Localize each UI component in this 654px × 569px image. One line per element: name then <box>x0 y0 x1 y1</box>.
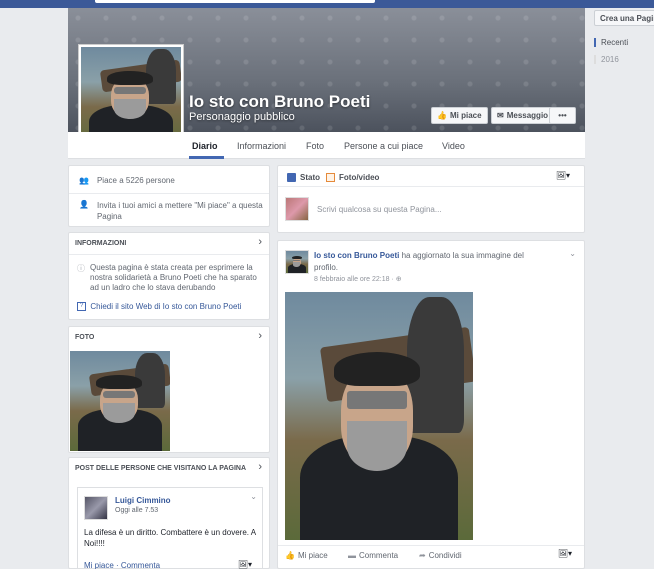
visitor-post-time[interactable]: Oggi alle 7.53 <box>115 507 158 514</box>
composer-input[interactable]: Scrivi qualcosa su questa Pagina... <box>317 205 442 214</box>
chevron-right-icon[interactable]: › <box>258 330 262 342</box>
chevron-down-icon[interactable]: ⌄ <box>569 249 576 258</box>
chevron-right-icon[interactable]: › <box>258 461 262 473</box>
tab-informazioni[interactable]: Informazioni <box>237 141 286 151</box>
tab-video[interactable]: Video <box>442 141 465 151</box>
composer: Stato Foto/video 🖼▾ Scrivi qualcosa su q… <box>277 165 585 233</box>
visitor-post-text: La difesa è un diritto. Combattere è un … <box>84 528 256 548</box>
active-tab-indicator <box>189 156 224 159</box>
post-author[interactable]: Io sto con Bruno Poeti <box>314 251 399 260</box>
status-tab-label: Stato <box>300 173 320 182</box>
thumbs-up-icon: 👍 <box>437 111 447 120</box>
photos-card: FOTO › <box>68 326 270 453</box>
pencil-icon <box>287 173 296 182</box>
visitor-post: Luigi Cimmino Oggi alle 7.53 ⌄ La difesa… <box>77 487 263 569</box>
question-icon: ? <box>77 302 87 311</box>
post-photo[interactable] <box>285 292 473 540</box>
search-input[interactable] <box>95 0 375 3</box>
more-options-button[interactable]: ••• <box>549 107 576 124</box>
avatar[interactable] <box>285 250 309 274</box>
more-options-label: ••• <box>558 111 567 120</box>
globe-icon: ⊕ <box>395 276 402 283</box>
likes-card: 👥 Piace a 5226 persone 👤 Invita i tuoi a… <box>68 165 270 227</box>
post-share-label: Condividi <box>428 551 462 560</box>
chevron-right-icon[interactable]: › <box>258 236 262 248</box>
tab-photo-video[interactable]: Foto/video <box>326 173 379 182</box>
message-label: Messaggio <box>506 111 549 120</box>
message-button[interactable]: ✉ Messaggio <box>491 107 555 124</box>
photos-heading[interactable]: FOTO <box>75 334 94 341</box>
thumbs-up-icon: 👍 <box>285 551 295 560</box>
share-icon: ➦ <box>419 551 426 560</box>
person-add-icon: 👤 <box>79 200 89 209</box>
people-icon: 👥 <box>79 176 89 185</box>
post-comment-label: Commenta <box>359 551 399 560</box>
photo-thumbnail-image <box>70 351 170 451</box>
website-request-link[interactable]: Chiedi il sito Web di Io sto con Bruno P… <box>90 302 241 311</box>
avatar[interactable] <box>84 496 108 520</box>
page-category: Personaggio pubblico <box>189 111 295 123</box>
visitor-post-author[interactable]: Luigi Cimmino <box>115 496 171 505</box>
visitor-posts-card: POST DELLE PERSONE CHE VISITANO LA PAGIN… <box>68 457 270 569</box>
photo-icon <box>326 173 335 182</box>
create-page-button[interactable]: Crea una Pagina <box>594 10 654 26</box>
tab-status[interactable]: Stato <box>287 173 320 182</box>
tab-persone-a-cui-piace[interactable]: Persone a cui piace <box>344 141 423 151</box>
page-description: Questa pagina è stata creata per esprime… <box>90 263 257 292</box>
profile-selector-icon[interactable]: 🖼▾ <box>238 560 252 569</box>
info-heading[interactable]: INFORMAZIONI <box>75 240 126 247</box>
post-share-button[interactable]: ➦ Condividi <box>419 551 462 560</box>
photo-video-tab-label: Foto/video <box>339 173 380 182</box>
like-page-label: Mi piace <box>449 111 482 120</box>
info-icon: ⓘ <box>77 264 85 273</box>
page-tabs: Diario Informazioni Foto Persone a cui p… <box>68 132 585 159</box>
message-icon: ✉ <box>497 111 504 120</box>
post-like-button[interactable]: 👍 Mi piace <box>285 551 328 560</box>
post-comment-button[interactable]: ▬ Commenta <box>348 551 398 560</box>
right-rail: Crea una Pagina Recenti 2016 <box>590 8 654 569</box>
timeline-recent[interactable]: Recenti <box>594 38 628 47</box>
post-timestamp[interactable]: 8 febbraio alle ore 22:18 · <box>314 276 394 283</box>
tab-foto[interactable]: Foto <box>306 141 324 151</box>
timeline-year[interactable]: 2016 <box>594 55 619 64</box>
profile-selector-icon[interactable]: 🖼▾ <box>558 549 572 558</box>
visitor-post-actions[interactable]: Mi piace · Commenta <box>84 561 160 569</box>
like-page-button[interactable]: 👍 Mi piace <box>431 107 488 124</box>
profile-selector-icon[interactable]: 🖼▾ <box>556 171 570 180</box>
invite-friends-link[interactable]: Invita i tuoi amici a mettere "Mi piace"… <box>97 200 265 222</box>
post-author-avatar <box>286 251 308 273</box>
comment-icon: ▬ <box>348 551 356 560</box>
likes-count[interactable]: Piace a 5226 persone <box>97 176 175 185</box>
tab-diario[interactable]: Diario <box>192 141 218 151</box>
page-title[interactable]: Io sto con Bruno Poeti <box>189 92 370 112</box>
avatar <box>285 197 309 221</box>
post-like-label: Mi piace <box>297 551 328 560</box>
visitor-posts-heading[interactable]: POST DELLE PERSONE CHE VISITANO LA PAGIN… <box>75 465 246 472</box>
chevron-down-icon[interactable]: ⌄ <box>250 492 257 501</box>
feed-post: Io sto con Bruno Poeti ha aggiornato la … <box>277 240 585 569</box>
post-photo-image <box>285 292 473 540</box>
info-card: INFORMAZIONI › ⓘ Questa pagina è stata c… <box>68 232 270 320</box>
top-bar <box>0 0 654 8</box>
photo-thumbnail[interactable] <box>70 351 170 451</box>
